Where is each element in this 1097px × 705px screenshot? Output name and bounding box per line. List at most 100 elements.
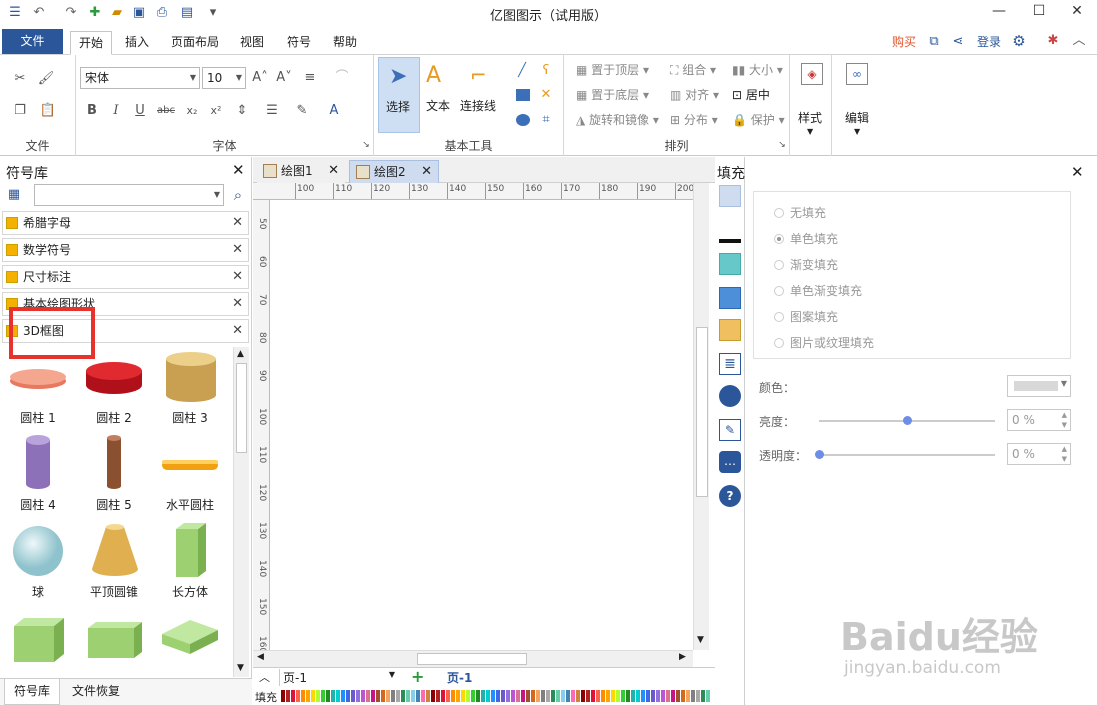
line-icon[interactable]: ╱ [512, 61, 532, 81]
palette-swatch[interactable] [491, 690, 495, 702]
palette-swatch[interactable] [671, 690, 675, 702]
close-button[interactable]: ✕ [1060, 0, 1094, 24]
radio-solid-fill[interactable]: 单色填充 [774, 230, 838, 247]
share-screen-icon[interactable]: ⧉ [925, 33, 943, 51]
palette-swatch[interactable] [601, 690, 605, 702]
select-tool-button[interactable]: ➤ 选择 [378, 57, 420, 133]
palette-swatch[interactable] [616, 690, 620, 702]
group-button[interactable]: ⛶ 组合 ▾ [670, 61, 716, 79]
palette-swatch[interactable] [456, 690, 460, 702]
shape-frustum[interactable]: 平顶圆锥 [76, 521, 152, 607]
superscript-icon[interactable]: x² [206, 101, 226, 121]
radio-pattern-fill[interactable]: 图案填充 [774, 308, 838, 325]
palette-swatch[interactable] [581, 690, 585, 702]
palette-swatch[interactable] [346, 690, 350, 702]
tab-symbol[interactable]: 符号 [279, 31, 319, 55]
save-icon[interactable]: ▣ [130, 4, 148, 22]
cut-icon[interactable]: ✂ [10, 69, 30, 89]
palette-swatch[interactable] [676, 690, 680, 702]
palette-swatch[interactable] [376, 690, 380, 702]
center-button[interactable]: ⊡ 居中 [732, 86, 770, 104]
palette-swatch[interactable] [426, 690, 430, 702]
palette-swatch[interactable] [321, 690, 325, 702]
transparency-slider[interactable] [819, 454, 995, 456]
palette-swatch[interactable] [436, 690, 440, 702]
palette-swatch[interactable] [536, 690, 540, 702]
palette-swatch[interactable] [341, 690, 345, 702]
crop-icon[interactable]: ⌗ [536, 110, 556, 130]
palette-swatch[interactable] [366, 690, 370, 702]
shape-cylinder-5[interactable]: 圆柱 5 [76, 434, 152, 520]
palette-swatch[interactable] [586, 690, 590, 702]
scroll-down-icon[interactable]: ▼ [697, 635, 704, 645]
palette-swatch[interactable] [351, 690, 355, 702]
palette-swatch[interactable] [706, 690, 710, 702]
palette-swatch[interactable] [621, 690, 625, 702]
palette-swatch[interactable] [496, 690, 500, 702]
palette-swatch[interactable] [306, 690, 310, 702]
highlight-icon[interactable]: ✎ [292, 101, 312, 121]
palette-swatch[interactable] [451, 690, 455, 702]
palette-swatch[interactable] [486, 690, 490, 702]
palette-swatch[interactable] [681, 690, 685, 702]
palette-swatch[interactable] [356, 690, 360, 702]
transparency-slider-knob[interactable] [815, 450, 824, 459]
color-picker[interactable]: ▼ [1007, 375, 1071, 397]
app-logo-icon[interactable]: ✱ [1044, 32, 1062, 50]
buy-link[interactable]: 购买 [884, 31, 924, 55]
rotate-mirror-button[interactable]: ◮ 旋转和镜像 ▾ [576, 111, 659, 129]
palette-swatch[interactable] [431, 690, 435, 702]
brightness-slider-knob[interactable] [903, 416, 912, 425]
font-family-combo[interactable]: 宋体 ▼ [80, 67, 200, 89]
format-painter-icon[interactable]: 🖌 [36, 69, 56, 89]
subscript-icon[interactable]: x₂ [182, 101, 202, 121]
tab-symbol-library[interactable]: 符号库 [4, 679, 60, 705]
doc-tab-drawing2[interactable]: 绘图2 ✕ [349, 160, 439, 183]
canvas-horizontal-scrollbar[interactable]: ◀ ▶ [253, 650, 693, 667]
palette-swatch[interactable] [641, 690, 645, 702]
distribute-button[interactable]: ⊞ 分布 ▾ [670, 111, 718, 129]
rectangle-icon[interactable] [516, 89, 530, 101]
tab-home[interactable]: 开始 [70, 31, 113, 55]
category-close-icon[interactable]: ✕ [232, 239, 243, 261]
palette-swatch[interactable] [626, 690, 630, 702]
symbol-search-input[interactable]: ▼ [34, 184, 224, 206]
send-to-back-button[interactable]: ▦ 置于底层 ▾ [576, 86, 649, 104]
palette-swatch[interactable] [531, 690, 535, 702]
grow-font-icon[interactable]: A˄ [250, 68, 270, 88]
customize-icon[interactable]: ▾ [204, 4, 222, 22]
scroll-up-icon[interactable]: ▲ [237, 349, 244, 359]
doc-tab-drawing1[interactable]: 绘图1 ✕ [257, 160, 345, 183]
palette-swatch[interactable] [561, 690, 565, 702]
bullets-icon[interactable]: ☰ [262, 101, 282, 121]
tab-file-recovery[interactable]: 文件恢复 [72, 679, 120, 705]
palette-swatch[interactable] [551, 690, 555, 702]
fill-tool-icon[interactable] [719, 185, 741, 207]
edit-button[interactable]: ∞ 编辑 ▼ [840, 57, 876, 147]
shape-sphere[interactable]: 球 [0, 521, 76, 607]
document-tool-icon[interactable]: ≣ [719, 353, 741, 375]
category-close-icon[interactable]: ✕ [232, 212, 243, 234]
palette-swatch[interactable] [501, 690, 505, 702]
category-math[interactable]: 数学符号 ✕ [2, 238, 249, 262]
palette-swatch[interactable] [651, 690, 655, 702]
palette-swatch[interactable] [396, 690, 400, 702]
palette-swatch[interactable] [476, 690, 480, 702]
italic-icon[interactable]: I [106, 101, 126, 121]
font-color-icon[interactable]: A [324, 101, 344, 121]
category-close-icon[interactable]: ✕ [232, 266, 243, 288]
copy-icon[interactable]: ❐ [10, 101, 30, 121]
drawing-canvas[interactable] [270, 200, 693, 650]
palette-swatch[interactable] [371, 690, 375, 702]
palette-swatch[interactable] [666, 690, 670, 702]
palette-swatch[interactable] [521, 690, 525, 702]
palette-swatch[interactable] [421, 690, 425, 702]
spinner-arrows-icon[interactable]: ▲ ▼ [1062, 410, 1067, 430]
size-button[interactable]: ▮▮ 大小 ▾ [732, 61, 783, 79]
palette-swatch[interactable] [691, 690, 695, 702]
strikethrough-icon[interactable]: abc [156, 101, 176, 121]
page-tab[interactable]: 页-1 [447, 669, 472, 686]
spinner-arrows-icon[interactable]: ▲ ▼ [1062, 444, 1067, 464]
scroll-right-icon[interactable]: ▶ [679, 652, 686, 662]
undo-icon[interactable]: ↶ [30, 4, 48, 22]
